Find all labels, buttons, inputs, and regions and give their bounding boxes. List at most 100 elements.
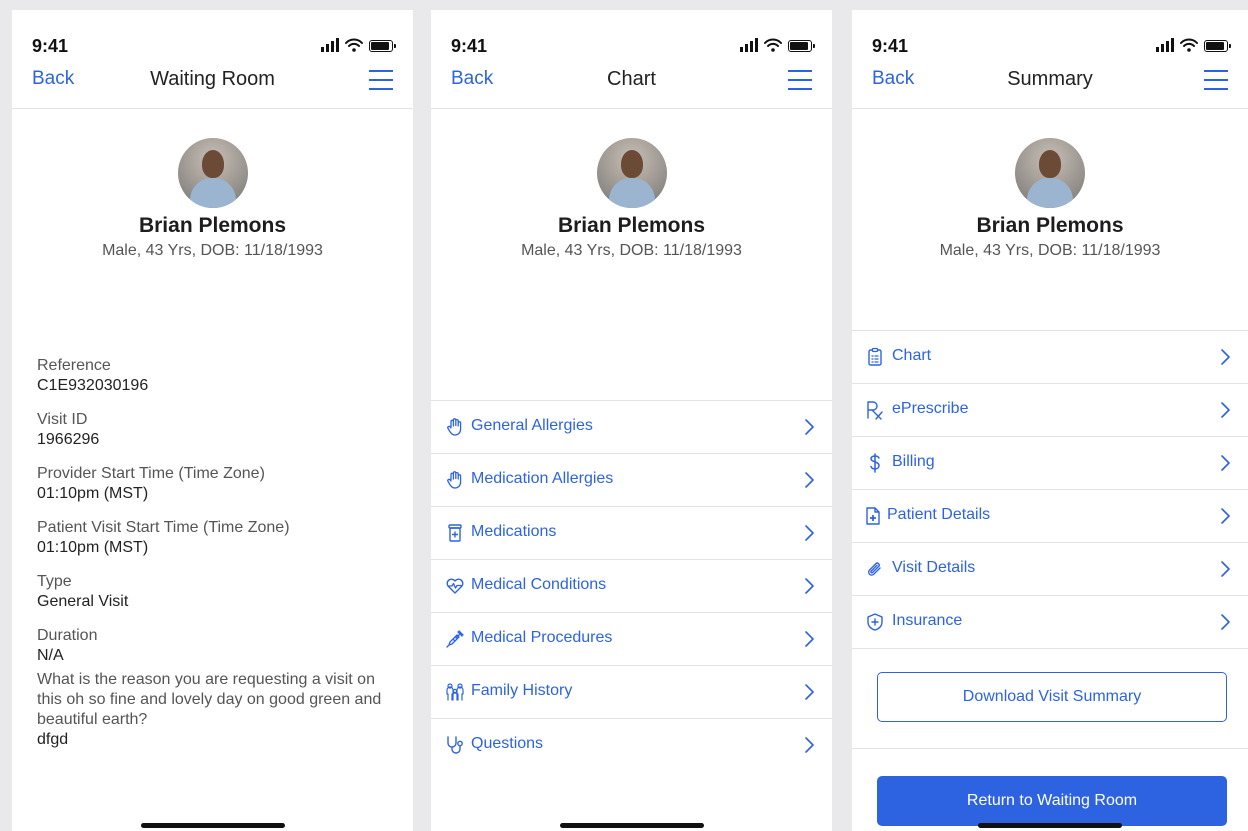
field-value: C1E932030196 — [37, 377, 149, 394]
return-to-waiting-room-button[interactable]: Return to Waiting Room — [877, 776, 1227, 826]
shield-plus-icon — [865, 612, 885, 632]
status-time: 9:41 — [872, 36, 909, 56]
patient-profile: Brian Plemons Male, 43 Yrs, DOB: 11/18/1… — [431, 138, 832, 260]
field-label: Patient Visit Start Time (Time Zone) — [37, 519, 290, 536]
chevron-right-icon — [804, 472, 814, 488]
chevron-right-icon — [1220, 402, 1230, 418]
field-label: Type — [37, 573, 72, 590]
home-indicator[interactable] — [140, 823, 285, 828]
chart-item-questions[interactable]: Questions — [431, 719, 832, 771]
patient-profile: Brian Plemons Male, 43 Yrs, DOB: 11/18/1… — [12, 138, 413, 260]
waiting-room-screen: 9:41 Back Waiting Room Brian Plemons Mal… — [12, 10, 413, 831]
summary-screen: 9:41 Back Summary Brian Plemons Male, 43… — [852, 10, 1248, 831]
list-item-label: Family History — [471, 682, 573, 699]
syringe-icon — [445, 629, 465, 649]
paperclip-icon — [865, 559, 885, 579]
list-item-label: Billing — [892, 453, 935, 470]
chart-screen: 9:41 Back Chart Brian Plemons Male, 43 Y… — [431, 10, 832, 831]
summary-item-visit-details[interactable]: Visit Details — [852, 543, 1248, 596]
family-icon — [445, 682, 465, 702]
clipboard-icon — [865, 347, 885, 367]
chevron-right-icon — [1220, 455, 1230, 471]
field-label: Provider Start Time (Time Zone) — [37, 465, 265, 482]
chart-item-medication-allergies[interactable]: Medication Allergies — [431, 454, 832, 507]
field-value: 1966296 — [37, 431, 100, 448]
summary-menu-list: Chart ePrescribe Billing Patient Details… — [852, 330, 1248, 649]
page-title: Waiting Room — [150, 68, 275, 90]
patient-profile: Brian Plemons Male, 43 Yrs, DOB: 11/18/1… — [852, 138, 1248, 260]
list-item-label: ePrescribe — [892, 400, 969, 417]
chevron-right-icon — [1220, 508, 1230, 524]
patient-info: Male, 43 Yrs, DOB: 11/18/1993 — [102, 242, 323, 259]
list-item-label: Medications — [471, 523, 557, 540]
hand-icon — [445, 417, 465, 437]
battery-icon — [1204, 40, 1231, 52]
field-value: General Visit — [37, 593, 129, 610]
status-bar: 9:41 — [12, 36, 413, 58]
hamburger-menu-icon[interactable] — [1204, 70, 1228, 90]
avatar — [596, 138, 667, 208]
hamburger-menu-icon[interactable] — [788, 70, 812, 90]
nav-bar: Back Waiting Room — [12, 68, 413, 109]
heart-pulse-icon — [445, 576, 465, 596]
field-label: Reference — [37, 357, 111, 374]
list-item-label: Questions — [471, 735, 544, 752]
status-time: 9:41 — [451, 36, 488, 56]
home-indicator[interactable] — [559, 823, 704, 828]
status-bar: 9:41 — [852, 36, 1248, 58]
signal-icon — [1156, 38, 1174, 52]
chevron-right-icon — [804, 525, 814, 541]
wifi-icon — [764, 38, 782, 52]
detail-type: Type General Visit — [37, 572, 393, 612]
list-item-label: Patient Details — [887, 506, 991, 523]
chart-item-medications[interactable]: Medications — [431, 507, 832, 560]
wifi-icon — [345, 38, 363, 52]
list-item-label: Medical Procedures — [471, 629, 613, 646]
chevron-right-icon — [804, 631, 814, 647]
list-item-label: General Allergies — [471, 417, 593, 434]
detail-patient-start: Patient Visit Start Time (Time Zone) 01:… — [37, 518, 393, 558]
detail-visit-id: Visit ID 1966296 — [37, 410, 393, 450]
patient-info: Male, 43 Yrs, DOB: 11/18/1993 — [939, 242, 1161, 259]
nav-bar: Back Chart — [431, 68, 832, 109]
chevron-right-icon — [804, 737, 814, 753]
list-item-label: Medication Allergies — [471, 470, 614, 487]
list-item-label: Chart — [892, 347, 932, 364]
dollar-icon — [865, 453, 885, 473]
chart-item-family-history[interactable]: Family History — [431, 666, 832, 719]
chart-item-general-allergies[interactable]: General Allergies — [431, 401, 832, 454]
list-item-label: Insurance — [892, 612, 963, 629]
summary-item-billing[interactable]: Billing — [852, 437, 1248, 490]
chevron-right-icon — [1220, 614, 1230, 630]
pill-bottle-icon — [445, 523, 465, 543]
chevron-right-icon — [804, 578, 814, 594]
field-label: Duration — [37, 627, 98, 644]
field-value: 01:10pm (MST) — [37, 485, 149, 502]
hamburger-menu-icon[interactable] — [369, 70, 393, 90]
visit-details: Reference C1E932030196 Visit ID 1966296 … — [37, 356, 393, 750]
medical-file-icon — [863, 506, 883, 526]
nav-bar: Back Summary — [852, 68, 1248, 109]
summary-item-patient-details[interactable]: Patient Details — [852, 490, 1248, 543]
stethoscope-icon — [445, 735, 465, 755]
page-title: Chart — [607, 68, 656, 90]
summary-item-insurance[interactable]: Insurance — [852, 596, 1248, 649]
signal-icon — [321, 38, 339, 52]
summary-item-eprescribe[interactable]: ePrescribe — [852, 384, 1248, 437]
chart-item-medical-conditions[interactable]: Medical Conditions — [431, 560, 832, 613]
field-value: N/A — [37, 647, 64, 664]
summary-item-chart[interactable]: Chart — [852, 331, 1248, 384]
patient-name: Brian Plemons — [557, 214, 706, 237]
rx-icon — [865, 400, 885, 420]
chevron-right-icon — [804, 684, 814, 700]
patient-info: Male, 43 Yrs, DOB: 11/18/1993 — [521, 242, 742, 259]
chevron-right-icon — [1220, 349, 1230, 365]
home-indicator[interactable] — [978, 823, 1122, 828]
field-label: Visit ID — [37, 411, 88, 428]
signal-icon — [740, 38, 758, 52]
download-visit-summary-button[interactable]: Download Visit Summary — [877, 672, 1227, 722]
divider — [852, 748, 1248, 749]
detail-reference: Reference C1E932030196 — [37, 356, 393, 396]
chart-item-medical-procedures[interactable]: Medical Procedures — [431, 613, 832, 666]
chevron-right-icon — [804, 419, 814, 435]
